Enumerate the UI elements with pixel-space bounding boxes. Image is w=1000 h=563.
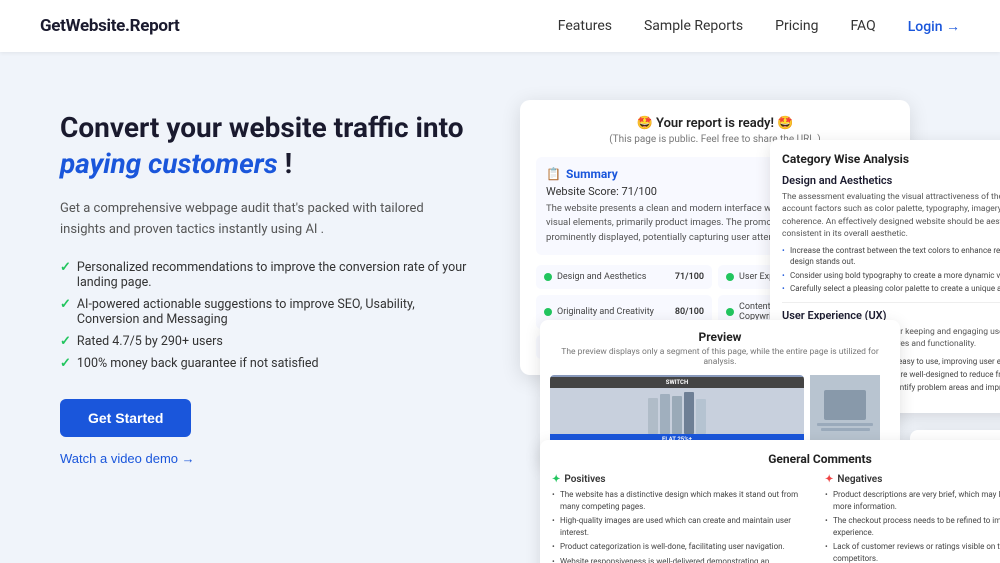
summary-label: Summary (566, 167, 618, 181)
positive-4: Website responsiveness is well-delivered… (552, 556, 815, 563)
positives-title: ✦ Positives (552, 474, 815, 485)
metric-label-design: Design and Aesthetics (557, 272, 670, 282)
get-started-button[interactable]: Get Started (60, 399, 191, 437)
positives-label: Positives (564, 474, 605, 485)
preview-title: Preview (550, 330, 890, 344)
metric-dot-design (544, 273, 552, 281)
negatives-col: ✦ Negatives Product descriptions are ver… (825, 474, 1000, 563)
desktop-preview-image: SWITCH FLAT 25%+ (550, 375, 804, 445)
hero-title: Convert your website traffic into paying… (60, 110, 480, 183)
metric-score-originality: 80/100 (675, 307, 704, 317)
metric-dot-content (726, 308, 734, 316)
negatives-title: ✦ Negatives (825, 474, 1000, 485)
design-section-label: Design and Aesthetics (782, 174, 892, 187)
feature-3: Rated 4.7/5 by 290+ users (60, 334, 480, 349)
hero-title-highlight: paying customers (60, 147, 278, 180)
video-demo-button[interactable]: Watch a video demo → (60, 451, 195, 466)
positive-2: High-quality images are used which can c… (552, 515, 815, 538)
negative-1: Product descriptions are very brief, whi… (825, 489, 1000, 512)
design-bullets: Increase the contrast between the text c… (782, 245, 1000, 294)
summary-icon: 📋 (546, 167, 561, 181)
hero-title-end: ! (278, 147, 293, 180)
negative-3: Lack of customer reviews or ratings visi… (825, 541, 1000, 563)
positive-1: The website has a distinctive design whi… (552, 489, 815, 512)
feature-1: Personalized recommendations to improve … (60, 260, 480, 290)
nav-faq[interactable]: FAQ (850, 18, 875, 34)
negatives-label: Negatives (837, 474, 882, 485)
comments-title: General Comments (552, 452, 1000, 466)
category-title: Category Wise Analysis (782, 152, 1000, 166)
nav-logo: GetWebsite.Report (40, 16, 180, 36)
hero-subtitle: Get a comprehensive webpage audit that's… (60, 199, 430, 241)
design-desc: The assessment evaluating the visual att… (782, 191, 1000, 240)
positive-3: Product categorization is well-done, fac… (552, 541, 815, 553)
report-card-comments: General Comments ✦ Positives The website… (540, 440, 1000, 563)
metric-dot-ux (726, 273, 734, 281)
design-bullet-1: Increase the contrast between the text c… (782, 245, 1000, 267)
metric-label-originality: Originality and Creativity (557, 307, 670, 317)
feature-2: AI-powered actionable suggestions to imp… (60, 297, 480, 327)
preview-subtitle: The preview displays only a segment of t… (550, 347, 890, 367)
hero-left: Convert your website traffic into paying… (60, 100, 480, 466)
positives-col: ✦ Positives The website has a distinctiv… (552, 474, 815, 563)
positives-icon: ✦ (552, 474, 560, 485)
hero-right: 🤩 Your report is ready! 🤩 (This page is … (520, 100, 940, 563)
negative-2: The checkout process needs to be refined… (825, 515, 1000, 538)
design-bullet-3: Carefully select a pleasing color palett… (782, 283, 1000, 294)
metric-dot-originality (544, 308, 552, 316)
nav-login[interactable]: Login → (908, 18, 960, 35)
navbar: GetWebsite.Report Features Sample Report… (0, 0, 1000, 52)
hero-section: Convert your website traffic into paying… (0, 52, 1000, 563)
nav-pricing[interactable]: Pricing (775, 18, 818, 34)
metric-score-design: 71/100 (675, 272, 704, 282)
comments-grid: ✦ Positives The website has a distinctiv… (552, 474, 1000, 563)
mobile-preview-image (810, 375, 880, 445)
nav-features[interactable]: Features (558, 18, 612, 34)
report-header: 🤩 Your report is ready! 🤩 (536, 116, 894, 131)
nav-links: Features Sample Reports Pricing FAQ Logi… (558, 18, 960, 35)
feature-4: 100% money back guarantee if not satisfi… (60, 356, 480, 371)
negatives-icon: ✦ (825, 474, 833, 485)
design-section-title: Design and Aesthetics 75/50 (782, 174, 1000, 187)
nav-sample-reports[interactable]: Sample Reports (644, 18, 743, 34)
metric-design: Design and Aesthetics 71/100 (536, 265, 712, 289)
design-bullet-2: Consider using bold typography to create… (782, 270, 1000, 281)
hero-title-start: Convert your website traffic into (60, 111, 464, 144)
section-divider (782, 302, 1000, 303)
hero-features: Personalized recommendations to improve … (60, 260, 480, 371)
